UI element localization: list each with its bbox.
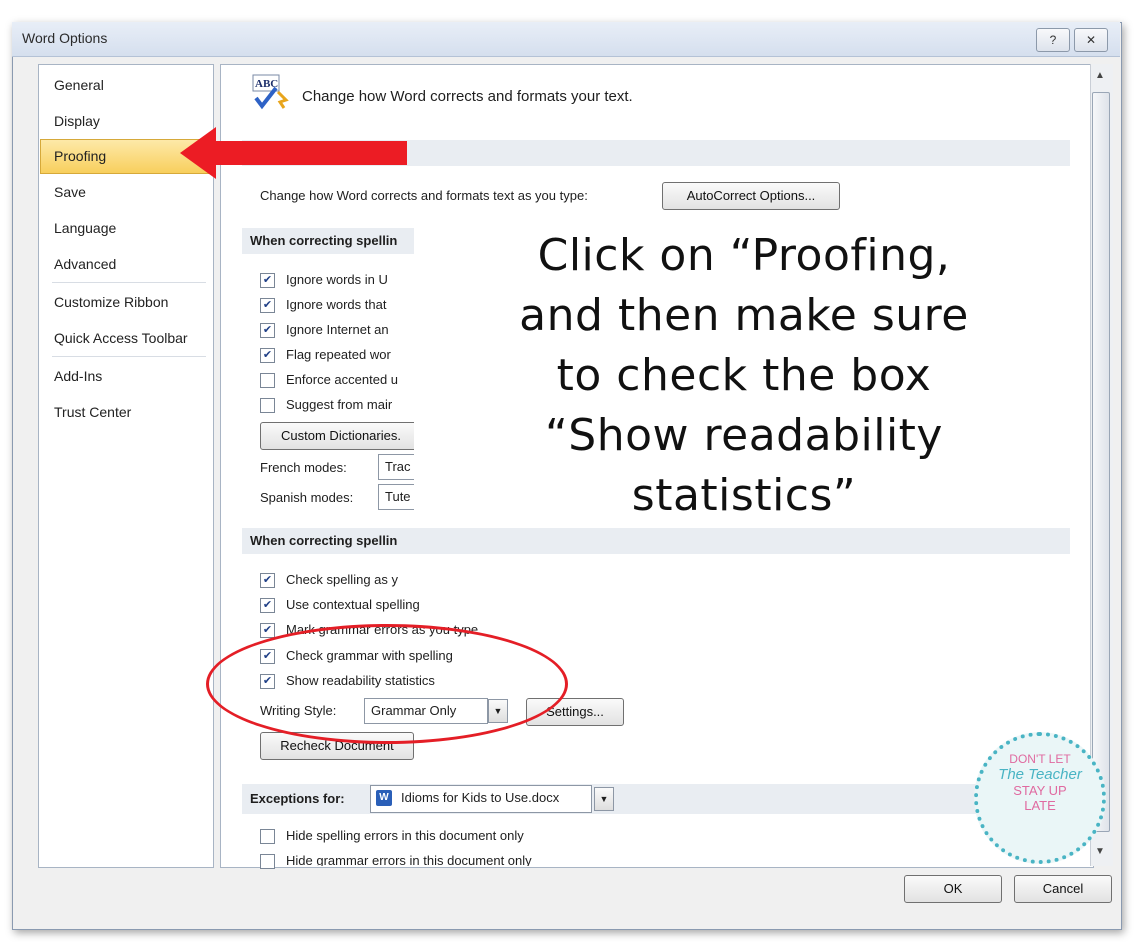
scroll-up-icon[interactable]: ▲ <box>1095 70 1105 81</box>
exceptions-document-select[interactable]: Idioms for Kids to Use.docx <box>370 785 592 813</box>
checkbox-enforce-accented[interactable] <box>260 373 275 388</box>
chevron-down-icon[interactable]: ▼ <box>594 787 614 811</box>
instruction-overlay: Click on “Proofing, and then make sure t… <box>414 222 1074 526</box>
spanish-modes-select[interactable]: Tute <box>378 484 418 510</box>
checkbox-hide-spelling[interactable] <box>260 829 275 844</box>
highlight-ellipse <box>206 624 568 744</box>
exceptions-label: Exceptions for: <box>250 791 345 806</box>
scrollbar-thumb[interactable] <box>1092 92 1110 832</box>
autocorrect-options-button[interactable]: AutoCorrect Options... <box>662 182 840 210</box>
red-arrow-head-icon <box>180 127 216 179</box>
title-bar <box>12 22 1120 57</box>
checkbox-ignore-internet[interactable]: ✔ <box>260 323 275 338</box>
sidebar-item-quick-access-toolbar[interactable]: Quick Access Toolbar <box>54 330 188 346</box>
scroll-down-icon[interactable]: ▼ <box>1095 846 1105 857</box>
badge-line: LATE <box>1024 798 1056 813</box>
checkbox-suggest-main[interactable] <box>260 398 275 413</box>
checkbox-ignore-uppercase[interactable]: ✔ <box>260 273 275 288</box>
spanish-modes-label: Spanish modes: <box>260 490 354 505</box>
checkbox-ignore-numbers[interactable]: ✔ <box>260 298 275 313</box>
instruction-line: Click on “Proofing, <box>537 230 951 281</box>
cancel-button[interactable]: Cancel <box>1014 875 1112 903</box>
badge-line: DON'T LET <box>1009 752 1071 766</box>
checkbox-mark-grammar[interactable]: ✔ <box>260 623 275 638</box>
french-modes-label: French modes: <box>260 460 347 475</box>
close-button[interactable]: ✕ <box>1074 28 1108 52</box>
instruction-line: to check the box <box>556 350 932 401</box>
checkbox-flag-repeated[interactable]: ✔ <box>260 348 275 363</box>
abc-check-icon: ABC <box>252 74 290 110</box>
badge-line: STAY UP <box>1013 783 1067 798</box>
blog-logo-badge: DON'T LET The Teacher STAY UP LATE <box>974 732 1106 864</box>
sidebar-divider <box>52 282 206 283</box>
sidebar-item-display[interactable]: Display <box>54 113 100 129</box>
sidebar-item-advanced[interactable]: Advanced <box>54 256 116 272</box>
sidebar-item-save[interactable]: Save <box>54 184 86 200</box>
sidebar-item-customize-ribbon[interactable]: Customize Ribbon <box>54 294 168 310</box>
instruction-line: statistics” <box>631 470 857 521</box>
instruction-line: and then make sure <box>519 290 969 341</box>
word-document-icon: W <box>376 790 392 806</box>
custom-dictionaries-button[interactable]: Custom Dictionaries. <box>260 422 422 450</box>
sidebar-item-general[interactable]: General <box>54 77 104 93</box>
french-modes-select[interactable]: Trac <box>378 454 418 480</box>
ok-button[interactable]: OK <box>904 875 1002 903</box>
checkbox-hide-grammar[interactable] <box>260 854 275 869</box>
option-label: Check spelling as y <box>286 572 398 587</box>
section-bar-exceptions <box>242 784 1070 814</box>
option-label: Ignore Internet an <box>286 322 389 337</box>
header-text: Change how Word corrects and formats you… <box>302 88 633 105</box>
option-label: Suggest from mair <box>286 397 393 412</box>
autocorrect-text: Change how Word corrects and formats tex… <box>260 188 588 203</box>
checkbox-check-spelling-as-type[interactable]: ✔ <box>260 573 275 588</box>
sidebar-item-trust-center[interactable]: Trust Center <box>54 404 131 420</box>
option-label: Enforce accented u <box>286 372 399 387</box>
option-label: Ignore words in U <box>286 272 388 287</box>
option-label: Hide spelling errors in this document on… <box>286 828 524 843</box>
sidebar-item-language[interactable]: Language <box>54 220 116 236</box>
option-label: Ignore words that <box>286 297 387 312</box>
instruction-line: “Show readability <box>545 410 943 461</box>
red-arrow-icon <box>205 141 407 165</box>
option-label: Hide grammar errors in this document onl… <box>286 853 532 866</box>
option-label: Flag repeated wor <box>286 347 391 362</box>
checkbox-contextual-spelling[interactable]: ✔ <box>260 598 275 613</box>
help-button[interactable]: ? <box>1036 28 1070 52</box>
sidebar-item-proofing[interactable]: Proofing <box>54 148 106 164</box>
badge-line: The Teacher <box>998 766 1082 783</box>
sidebar-divider <box>52 356 206 357</box>
window-title: Word Options <box>22 30 108 46</box>
section-grammar-title: When correcting spellin <box>242 528 1070 554</box>
option-label: Use contextual spelling <box>286 597 420 612</box>
sidebar-item-add-ins[interactable]: Add-Ins <box>54 368 102 384</box>
